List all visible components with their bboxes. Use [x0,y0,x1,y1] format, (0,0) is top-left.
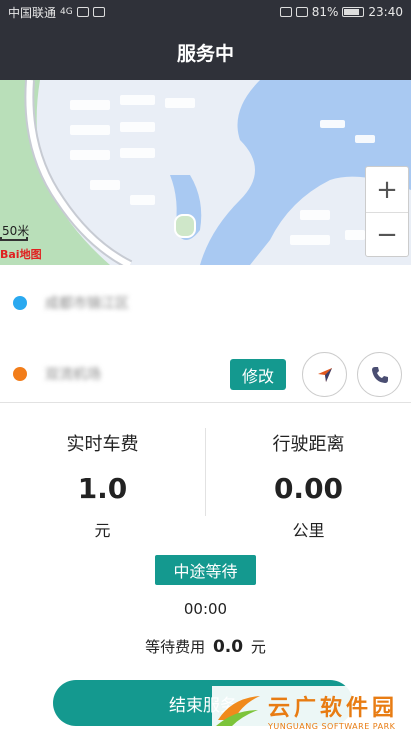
page-title: 服务中 [176,42,234,65]
wait-fee: 等待费用 0.0 元 [0,636,411,657]
network-type: 4G [60,7,73,17]
start-dot-icon [13,296,27,310]
zoom-out-button[interactable]: − [366,212,408,257]
distance-value: 0.00 [273,472,344,505]
fare-value: 1.0 [77,472,128,505]
status-bar: 中国联通 4G 81% 23:40 [0,0,411,24]
distance-stat: 行驶距离 0.00 公里 [206,430,411,541]
modify-button[interactable]: 修改 [230,359,286,390]
battery-icon [342,7,365,17]
wait-fee-unit: 元 [250,638,266,656]
carrier-name: 中国联通 [8,5,57,20]
eye-icon [279,7,292,17]
phone-icon [371,366,388,383]
watermark: 云广软件园 YUNGUANG SOFTWARE PARK [212,686,411,734]
navigation-arrow-icon [317,367,332,382]
watermark-cn: 云广软件园 [268,694,399,721]
section-divider [0,402,411,403]
navigate-button[interactable] [302,352,347,397]
location-icon [295,7,308,17]
map-view[interactable]: 50米 Bai地图 + − [0,80,411,265]
end-address: 双流机场 [45,367,101,383]
battery-percent: 81% [311,5,339,19]
end-dot-icon [13,367,27,381]
zoom-controls: + − [365,166,409,257]
watermark-en: YUNGUANG SOFTWARE PARK [268,721,396,731]
distance-unit: 公里 [292,521,325,540]
phone-button[interactable] [357,352,402,397]
wait-timer: 00:00 [183,600,228,618]
distance-label: 行驶距离 [272,434,345,455]
wifi-icon [92,7,105,17]
end-address-row: 双流机场 修改 [0,346,411,402]
map-tiles [0,80,411,265]
signal-icon [76,7,89,17]
title-bar: 服务中 [0,24,411,80]
zoom-in-button[interactable]: + [366,167,408,212]
start-address-row: 成都市锦江区 [0,275,411,331]
fare-label: 实时车费 [66,434,139,455]
wait-fee-label: 等待费用 [145,638,206,656]
wait-fee-value: 0.0 [212,637,244,657]
start-address: 成都市锦江区 [45,296,129,312]
wait-button[interactable]: 中途等待 [155,555,256,585]
fare-unit: 元 [94,521,111,540]
yunguang-logo-icon [216,696,260,726]
clock: 23:40 [368,5,403,19]
scale-bar [0,237,28,241]
baidu-map-logo: Bai地图 [0,248,42,261]
fare-stat: 实时车费 1.0 元 [0,430,205,541]
